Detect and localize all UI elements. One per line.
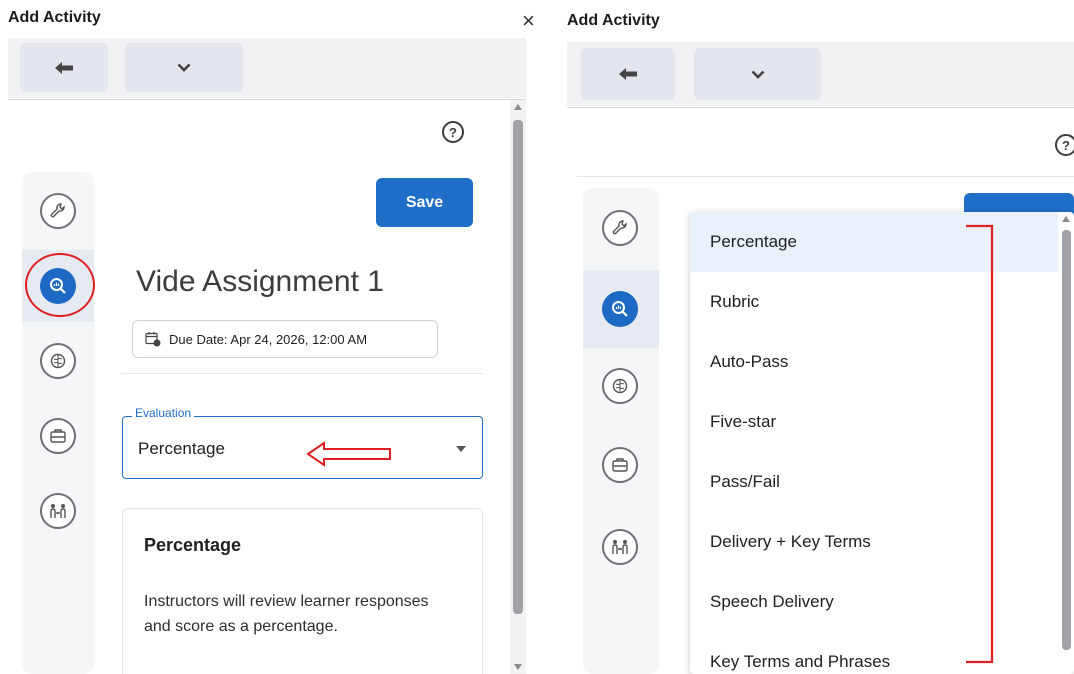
help-icon[interactable]: ? [442,121,464,143]
due-date-chip[interactable]: Due Date: Apr 24, 2026, 12:00 AM [132,320,438,358]
save-button[interactable]: Save [376,178,473,227]
toolbox-icon[interactable] [602,447,638,483]
header-divider-right [577,176,1074,177]
activity-rail [22,172,94,674]
back-button[interactable] [20,43,108,92]
expand-button-right[interactable] [694,48,821,100]
menu-scrollbar-thumb[interactable] [1062,230,1071,650]
menu-item-speech-delivery[interactable]: Speech Delivery [690,572,1074,632]
close-icon[interactable]: × [522,10,535,32]
dialog-title-right: Add Activity [567,12,660,29]
menu-item-percentage[interactable]: Percentage [690,212,1058,272]
scrollbar-thumb[interactable] [513,120,523,614]
evaluation-legend: Evaluation [132,406,195,420]
scrollbar[interactable] [510,100,526,674]
scroll-down-icon[interactable] [514,664,522,670]
menu-item-five-star[interactable]: Five-star [690,392,1074,452]
card-title: Percentage [144,535,242,555]
calendar-clock-icon [145,332,161,347]
dropdown-caret-icon [456,446,466,452]
evaluation-select[interactable]: Percentage [122,416,483,479]
menu-item-key-terms-and-phrases[interactable]: Key Terms and Phrases [690,632,1074,674]
assignment-title: Vide Assignment 1 [136,265,384,298]
menu-item-delivery-key-terms[interactable]: Delivery + Key Terms [690,512,1074,572]
help-icon-right[interactable]: ? [1055,134,1074,156]
card-description: Instructors will review learner response… [144,593,429,635]
menu-item-auto-pass[interactable]: Auto-Pass [690,332,1074,392]
toolbar-right [567,42,1074,106]
people-exchange-icon[interactable] [602,529,638,565]
dialog-title: Add Activity [8,9,101,26]
menu-scroll-up-icon[interactable] [1062,216,1070,222]
highlight-circle-annotation [25,253,95,317]
menu-item-pass-fail[interactable]: Pass/Fail [690,452,1074,512]
back-button-right[interactable] [581,48,675,100]
evaluation-magnifier-icon[interactable] [602,291,638,327]
evaluation-dropdown-menu: Percentage Rubric Auto-Pass Five-star Pa… [690,212,1074,674]
activity-rail-right [583,188,659,674]
arrow-left-icon [619,68,637,80]
evaluation-description-card: Percentage Instructors will review learn… [122,508,483,674]
arrow-left-icon [55,61,73,74]
toolbar-divider [8,99,526,100]
expand-button[interactable] [125,43,243,92]
options-bracket-annotation [966,224,994,664]
content-divider [122,373,483,374]
people-exchange-icon[interactable] [40,493,76,529]
toolbar-divider-right [567,107,1074,108]
brain-icon[interactable] [602,368,638,404]
evaluation-select-value: Percentage [138,439,225,458]
chevron-down-icon [177,63,191,72]
scroll-up-icon[interactable] [514,104,522,110]
pointer-arrow-annotation [306,441,391,467]
wrench-icon[interactable] [40,193,76,229]
wrench-icon[interactable] [602,210,638,246]
brain-icon[interactable] [40,343,76,379]
menu-item-rubric[interactable]: Rubric [690,272,1074,332]
toolbar [8,38,526,98]
due-date-label: Due Date: Apr 24, 2026, 12:00 AM [169,331,368,347]
chevron-down-icon [751,70,764,79]
toolbox-icon[interactable] [40,418,76,454]
